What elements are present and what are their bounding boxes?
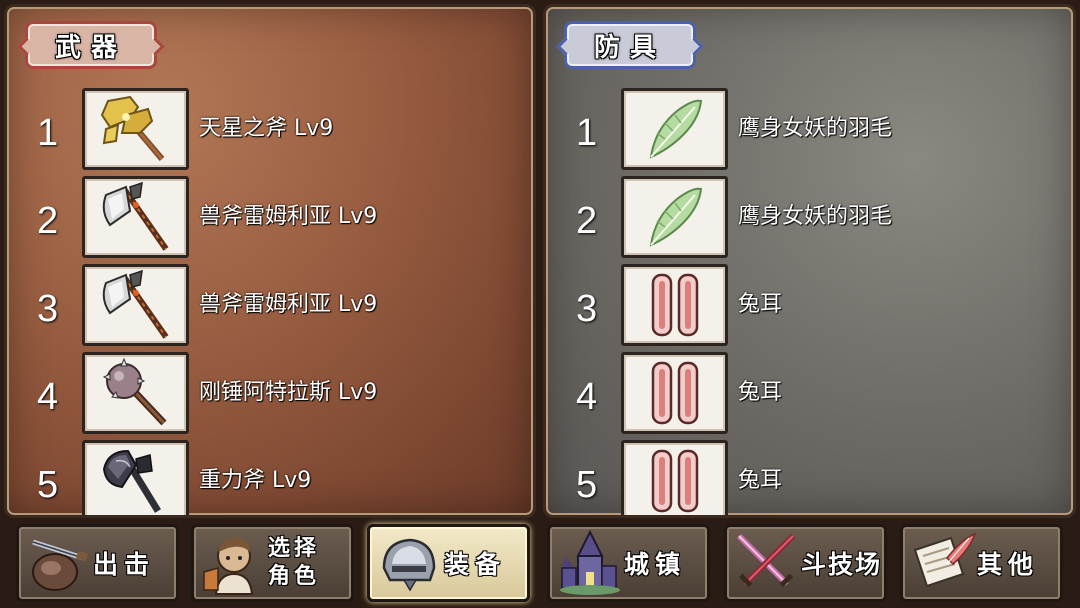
beast-axe-icon	[82, 176, 189, 258]
weapon-name: 兽斧雷姆利亚 Lv9	[199, 292, 378, 317]
armor-name: 兔耳	[738, 468, 783, 493]
armor-row[interactable]: 2 鹰身女妖的羽毛	[546, 176, 1073, 258]
nav-sortie-button[interactable]: 出击	[16, 524, 179, 602]
nav-select-line1: 选择	[268, 536, 321, 561]
armor-name: 鹰身女妖的羽毛	[738, 204, 893, 229]
nav-select-character-label: 选择 角色	[268, 535, 320, 591]
sortie-icon	[32, 539, 88, 591]
character-icon	[203, 537, 254, 595]
town-castle-icon	[560, 529, 620, 595]
rank-number: 3	[576, 288, 598, 330]
gravity-axe-icon	[82, 440, 189, 515]
bunny-ears-icon	[621, 440, 728, 515]
nav-select-line2: 角色	[268, 564, 321, 589]
bottom-nav: 出击 选择 角色 装备 城镇 斗技场 其他	[0, 520, 1080, 608]
feather-icon	[621, 88, 728, 170]
weapon-name: 天星之斧 Lv9	[199, 116, 334, 141]
feather-icon	[621, 176, 728, 258]
golden-axe-icon	[82, 88, 189, 170]
armor-row[interactable]: 3 兔耳	[546, 264, 1073, 346]
rank-number: 1	[576, 112, 598, 154]
armor-row[interactable]: 4 兔耳	[546, 352, 1073, 434]
bunny-ears-icon	[621, 352, 728, 434]
armor-row[interactable]: 5 兔耳	[546, 440, 1073, 515]
armor-name: 鹰身女妖的羽毛	[738, 116, 893, 141]
nav-other-label: 其他	[977, 550, 1040, 579]
weapon-name: 兽斧雷姆利亚 Lv9	[199, 204, 378, 229]
nav-town-label: 城镇	[624, 550, 687, 579]
rank-number: 4	[576, 376, 598, 418]
nav-equip-label: 装备	[444, 550, 507, 579]
nav-arena-button[interactable]: 斗技场	[724, 524, 887, 602]
crossed-swords-icon	[736, 533, 796, 588]
weapon-row[interactable]: 4 刚锤阿特拉斯 Lv9	[7, 352, 533, 434]
rank-number: 2	[37, 200, 59, 242]
weapon-name: 重力斧 Lv9	[199, 468, 312, 493]
nav-sortie-label: 出击	[93, 550, 156, 579]
nav-other-button[interactable]: 其他	[900, 524, 1063, 602]
armor-name: 兔耳	[738, 380, 783, 405]
armor-panel: 防具 1 鹰身女妖的羽毛 2 鹰身女妖的羽毛 3 兔耳 4 兔耳 5 兔耳	[543, 4, 1076, 518]
nav-select-character-button[interactable]: 选择 角色	[191, 524, 354, 602]
rank-number: 5	[37, 464, 59, 506]
weapon-row[interactable]: 2 兽斧雷姆利亚 Lv9	[7, 176, 533, 258]
armor-name: 兔耳	[738, 292, 783, 317]
weapon-row[interactable]: 1 天星之斧 Lv9	[7, 88, 533, 170]
weapons-title: 武器	[25, 21, 157, 69]
spiked-mace-icon	[82, 352, 189, 434]
rank-number: 1	[37, 112, 59, 154]
weapon-row[interactable]: 3 兽斧雷姆利亚 Lv9	[7, 264, 533, 346]
rank-number: 4	[37, 376, 59, 418]
weapons-panel: 武器 1 天星之斧 Lv9 2 兽斧雷姆利亚 Lv9 3 兽斧雷姆利亚 Lv9 …	[4, 4, 536, 518]
beast-axe-icon	[82, 264, 189, 346]
nav-arena-label: 斗技场	[801, 550, 883, 579]
nav-equip-button[interactable]: 装备	[367, 524, 530, 602]
scroll-quill-icon	[913, 532, 977, 588]
nav-town-button[interactable]: 城镇	[547, 524, 710, 602]
armor-title: 防具	[564, 21, 696, 69]
rank-number: 2	[576, 200, 598, 242]
rank-number: 5	[576, 464, 598, 506]
weapon-row[interactable]: 5 重力斧 Lv9	[7, 440, 533, 515]
armor-helmet-icon	[382, 538, 436, 592]
armor-row[interactable]: 1 鹰身女妖的羽毛	[546, 88, 1073, 170]
weapon-name: 刚锤阿特拉斯 Lv9	[199, 380, 378, 405]
bunny-ears-icon	[621, 264, 728, 346]
rank-number: 3	[37, 288, 59, 330]
